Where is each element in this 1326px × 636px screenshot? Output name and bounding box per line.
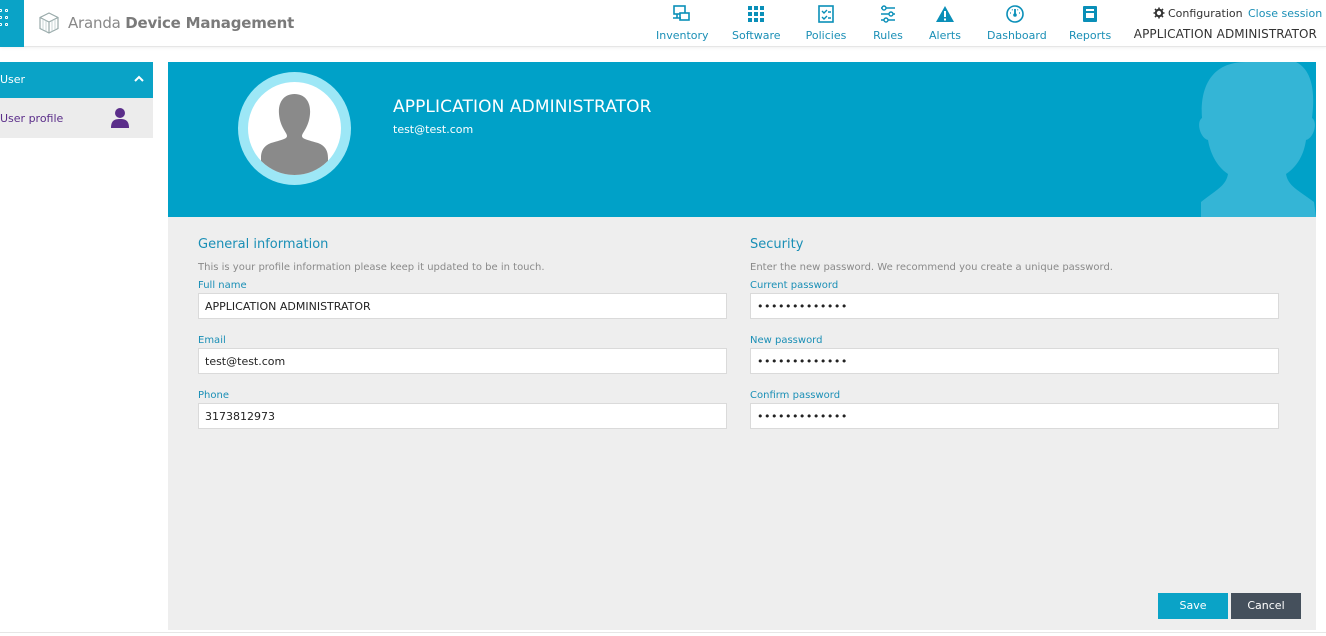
general-information-section: General information This is your profile…	[198, 237, 727, 445]
rules-icon	[881, 5, 895, 23]
silhouette-decoration	[1199, 62, 1316, 217]
nav-policies-label: Policies	[805, 29, 847, 42]
profile-name: APPLICATION ADMINISTRATOR	[393, 97, 652, 117]
dashboard-icon	[1006, 5, 1024, 23]
current-password-label: Current password	[750, 280, 839, 291]
current-password-field[interactable]: •••••••••••••	[750, 293, 1279, 319]
cancel-button[interactable]: Cancel	[1231, 593, 1301, 619]
nav-alerts-label: Alerts	[929, 29, 961, 42]
phone-field[interactable]: 3173812973	[198, 403, 727, 429]
email-field[interactable]: test@test.com	[198, 348, 727, 374]
nav-reports[interactable]: Reports	[1069, 4, 1111, 44]
reports-icon	[1083, 6, 1097, 22]
general-information-description: This is your profile information please …	[198, 262, 545, 273]
configuration-label: Configuration	[1168, 7, 1243, 20]
nav-rules-label: Rules	[873, 29, 903, 42]
security-section: Security Enter the new password. We reco…	[750, 237, 1279, 445]
nav-inventory-label: Inventory	[656, 29, 709, 42]
brand-light: Aranda	[68, 14, 121, 32]
save-button[interactable]: Save	[1158, 593, 1228, 619]
profile-banner: APPLICATION ADMINISTRATOR test@test.com	[168, 62, 1316, 217]
grid-icon	[0, 9, 12, 35]
nav-alerts[interactable]: Alerts	[928, 4, 962, 44]
phone-label: Phone	[198, 390, 229, 401]
app-menu-button[interactable]	[0, 0, 24, 47]
current-user-name: APPLICATION ADMINISTRATOR	[1133, 27, 1317, 41]
security-description: Enter the new password. We recommend you…	[750, 262, 1113, 273]
sidebar-item-label: User profile	[0, 112, 64, 125]
gear-icon	[1153, 7, 1165, 19]
nav-dashboard[interactable]: Dashboard	[987, 4, 1047, 44]
chevron-up-icon	[134, 75, 144, 82]
new-password-label: New password	[750, 335, 823, 346]
brand-name: Aranda Device Management	[68, 14, 294, 32]
configuration-link[interactable]: Configuration	[1153, 7, 1243, 20]
general-information-title: General information	[198, 237, 329, 252]
nav-software-label: Software	[732, 29, 781, 42]
policies-icon	[818, 5, 834, 23]
nav-inventory[interactable]: Inventory	[656, 4, 709, 44]
brand-logo-icon	[39, 12, 59, 34]
user-icon	[111, 108, 129, 128]
bottom-divider	[0, 632, 1326, 633]
nav-software[interactable]: Software	[732, 4, 781, 44]
inventory-icon	[673, 5, 690, 21]
avatar-placeholder-icon	[261, 94, 328, 175]
profile-panel: APPLICATION ADMINISTRATOR test@test.com …	[168, 62, 1316, 630]
top-bar: Aranda Device Management Inventory Softw…	[0, 0, 1326, 47]
software-icon	[748, 6, 764, 22]
new-password-field[interactable]: •••••••••••••	[750, 348, 1279, 374]
nav-policies[interactable]: Policies	[805, 4, 847, 44]
sidebar-section-label: User	[0, 73, 26, 86]
avatar	[238, 72, 351, 185]
security-title: Security	[750, 237, 804, 252]
full-name-label: Full name	[198, 280, 247, 291]
confirm-password-label: Confirm password	[750, 390, 841, 401]
full-name-field[interactable]: APPLICATION ADMINISTRATOR	[198, 293, 727, 319]
sidebar-section-user[interactable]: User	[0, 62, 153, 98]
profile-email: test@test.com	[393, 123, 474, 136]
nav-rules[interactable]: Rules	[872, 4, 904, 44]
alerts-icon	[936, 6, 954, 22]
confirm-password-field[interactable]: •••••••••••••	[750, 403, 1279, 429]
email-label: Email	[198, 335, 226, 346]
nav-dashboard-label: Dashboard	[987, 29, 1047, 42]
sidebar-item-user-profile[interactable]: User profile	[0, 98, 153, 138]
brand-bold: Device Management	[125, 14, 295, 32]
nav-reports-label: Reports	[1069, 29, 1112, 42]
close-session-link[interactable]: Close session	[1248, 7, 1322, 20]
